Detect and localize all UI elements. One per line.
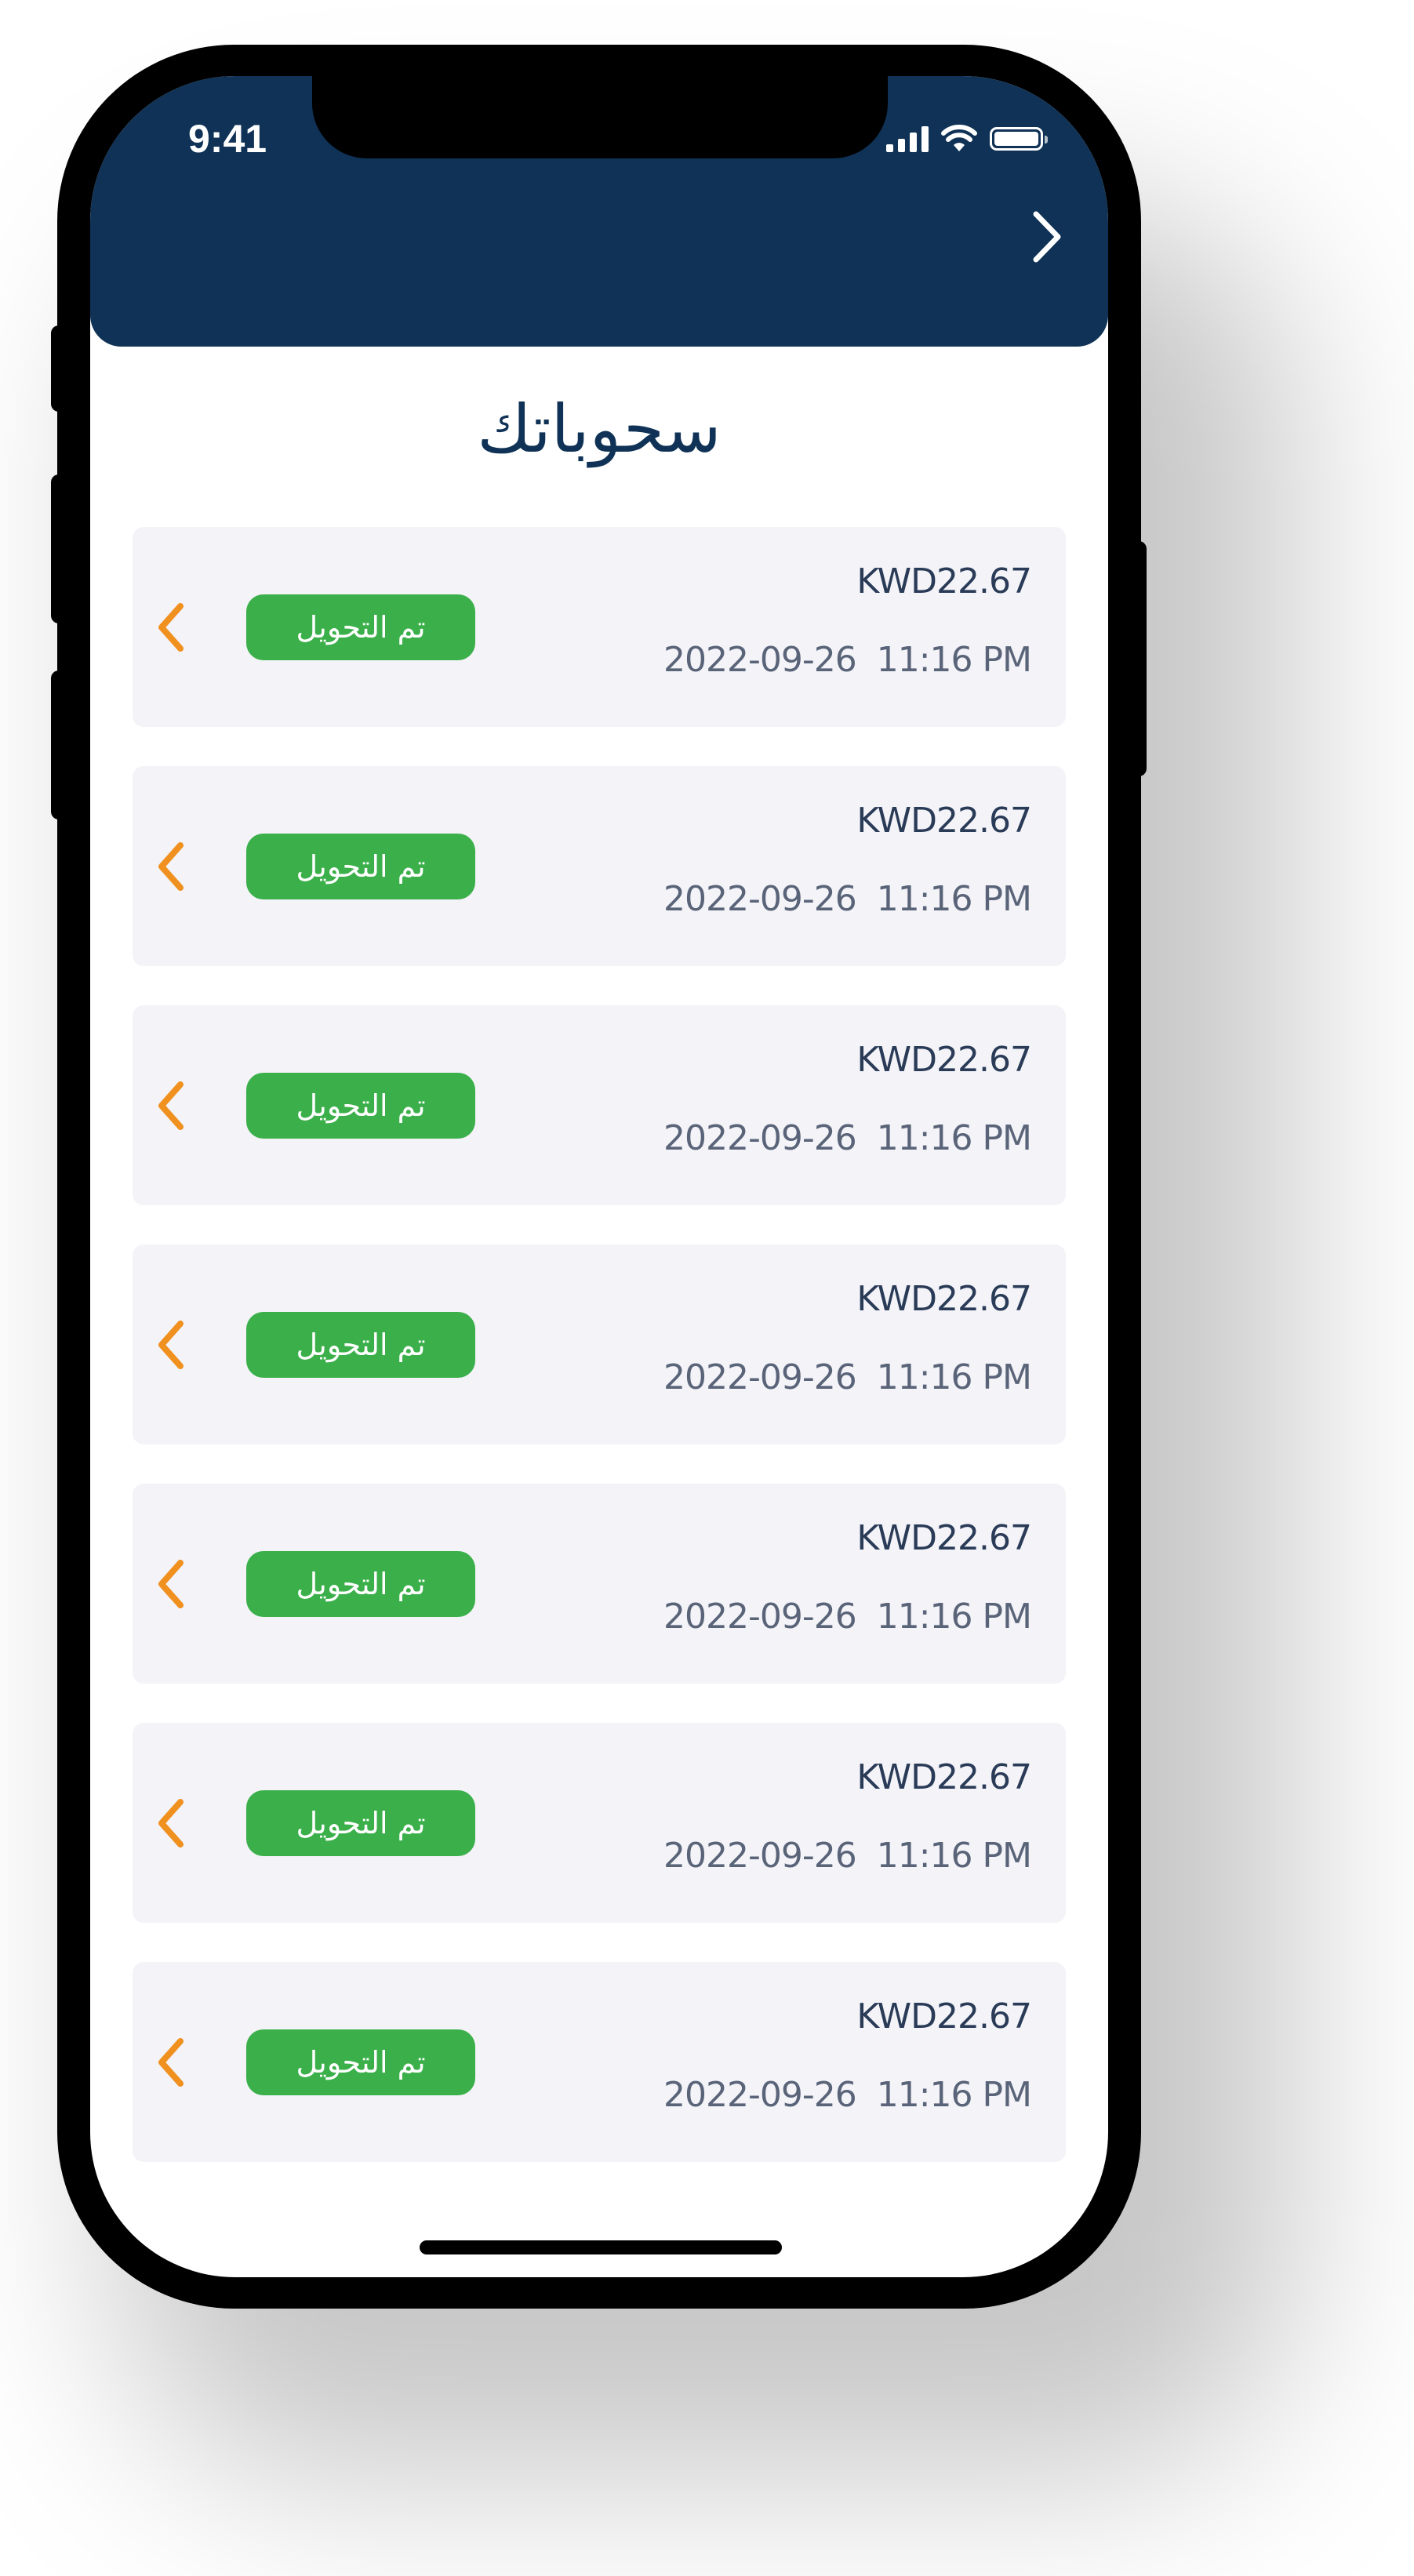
phone-frame: 9:41 سحوباتك KWD22.67 2022-09-26 11:16 P… bbox=[57, 45, 1141, 2309]
withdrawal-datetime: 2022-09-26 11:16 PM bbox=[663, 1836, 1032, 1876]
chevron-left-icon[interactable] bbox=[151, 1076, 191, 1135]
withdrawal-amount: KWD22.67 bbox=[856, 1279, 1032, 1319]
status-icons bbox=[886, 119, 1082, 158]
withdrawal-card[interactable]: KWD22.67 2022-09-26 11:16 PM تم التحويل bbox=[133, 527, 1066, 727]
cellular-signal-icon bbox=[886, 125, 929, 152]
chevron-left-icon[interactable] bbox=[151, 1315, 191, 1375]
chevron-right-icon bbox=[1033, 211, 1061, 263]
withdrawal-datetime: 2022-09-26 11:16 PM bbox=[663, 1597, 1032, 1637]
chevron-left-icon[interactable] bbox=[151, 598, 191, 657]
status-badge: تم التحويل bbox=[246, 594, 475, 660]
mockup-scene: 9:41 سحوباتك KWD22.67 2022-09-26 11:16 P… bbox=[0, 0, 1414, 2576]
status-badge: تم التحويل bbox=[246, 2029, 475, 2095]
withdrawal-card[interactable]: KWD22.67 2022-09-26 11:16 PM تم التحويل bbox=[133, 1962, 1066, 2162]
phone-screen: 9:41 سحوباتك KWD22.67 2022-09-26 11:16 P… bbox=[90, 76, 1108, 2277]
withdrawals-list: KWD22.67 2022-09-26 11:16 PM تم التحويل … bbox=[133, 527, 1066, 2201]
chevron-left-icon[interactable] bbox=[151, 1793, 191, 1853]
chevron-left-icon[interactable] bbox=[151, 1554, 191, 1614]
battery-icon bbox=[990, 127, 1048, 151]
withdrawal-datetime: 2022-09-26 11:16 PM bbox=[663, 1118, 1032, 1158]
notch bbox=[312, 76, 888, 158]
wifi-icon bbox=[941, 125, 977, 151]
page-title: سحوباتك bbox=[477, 391, 722, 467]
status-badge: تم التحويل bbox=[246, 1551, 475, 1617]
status-badge: تم التحويل bbox=[246, 1790, 475, 1856]
withdrawal-card[interactable]: KWD22.67 2022-09-26 11:16 PM تم التحويل bbox=[133, 1484, 1066, 1684]
withdrawal-amount: KWD22.67 bbox=[856, 1757, 1032, 1797]
withdrawal-amount: KWD22.67 bbox=[856, 1996, 1032, 2036]
withdrawal-card[interactable]: KWD22.67 2022-09-26 11:16 PM تم التحويل bbox=[133, 1244, 1066, 1444]
chevron-left-icon[interactable] bbox=[151, 2033, 191, 2092]
withdrawal-datetime: 2022-09-26 11:16 PM bbox=[663, 1357, 1032, 1397]
withdrawal-amount: KWD22.67 bbox=[856, 1040, 1032, 1080]
app-header: 9:41 bbox=[90, 76, 1108, 347]
chevron-left-icon[interactable] bbox=[151, 837, 191, 896]
withdrawal-datetime: 2022-09-26 11:16 PM bbox=[663, 640, 1032, 680]
status-badge: تم التحويل bbox=[246, 1073, 475, 1139]
home-indicator bbox=[420, 2240, 782, 2254]
withdrawal-amount: KWD22.67 bbox=[856, 561, 1032, 601]
status-time: 9:41 bbox=[188, 117, 267, 161]
status-badge: تم التحويل bbox=[246, 834, 475, 899]
withdrawal-amount: KWD22.67 bbox=[856, 1518, 1032, 1558]
back-button[interactable] bbox=[1016, 198, 1078, 276]
withdrawal-amount: KWD22.67 bbox=[856, 801, 1032, 841]
withdrawal-datetime: 2022-09-26 11:16 PM bbox=[663, 2075, 1032, 2115]
withdrawal-card[interactable]: KWD22.67 2022-09-26 11:16 PM تم التحويل bbox=[133, 1005, 1066, 1205]
withdrawal-card[interactable]: KWD22.67 2022-09-26 11:16 PM تم التحويل bbox=[133, 766, 1066, 966]
status-badge: تم التحويل bbox=[246, 1312, 475, 1378]
withdrawal-datetime: 2022-09-26 11:16 PM bbox=[663, 879, 1032, 919]
withdrawal-card[interactable]: KWD22.67 2022-09-26 11:16 PM تم التحويل bbox=[133, 1723, 1066, 1923]
